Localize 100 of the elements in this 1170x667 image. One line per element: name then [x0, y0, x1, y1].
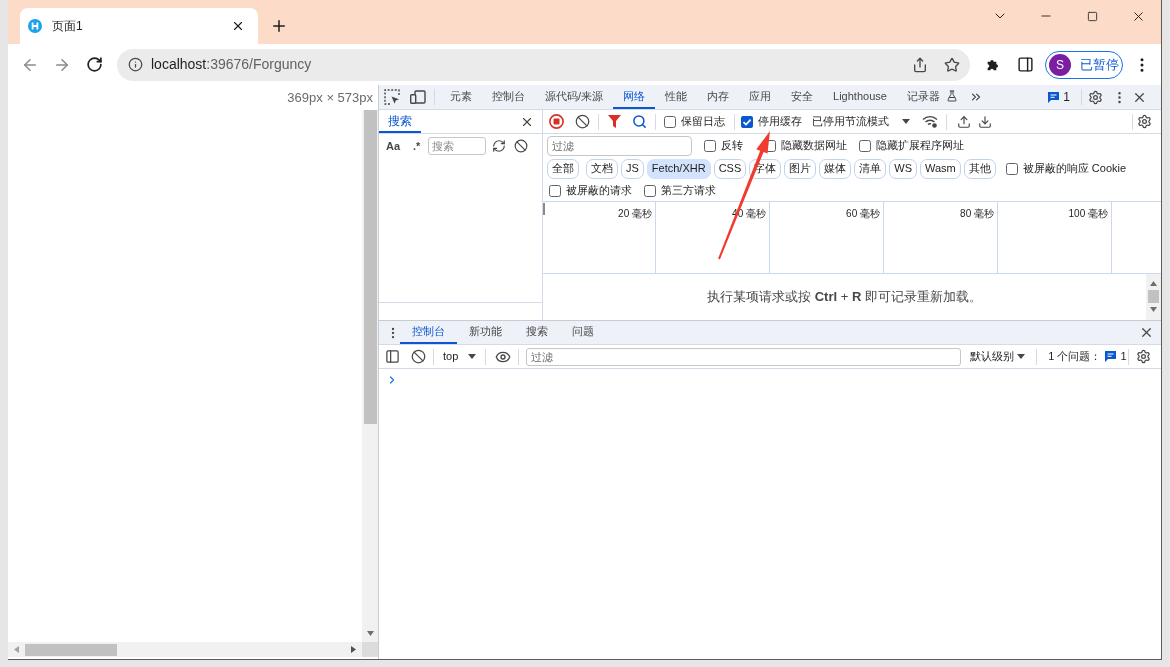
log-level-dropdown[interactable]: 默认级别 [970, 348, 1026, 365]
timeline-tick-label: 60 毫秒 [846, 207, 880, 221]
vertical-scrollbar[interactable] [362, 110, 378, 642]
reload-icon[interactable] [85, 55, 103, 73]
issues-badge[interactable]: 1 [1048, 88, 1070, 106]
vertical-scrollbar[interactable] [1146, 274, 1161, 320]
drawer-tab[interactable]: 搜索 [514, 321, 560, 344]
checkbox-label: 被屏蔽的请求 [566, 183, 632, 199]
console-filter-field[interactable]: 过滤 [526, 347, 962, 366]
drawer-tab[interactable]: 新功能 [457, 321, 514, 344]
empty-state-hint: 执行某项请求或按 Ctrl + R 即可记录重新加载。 [707, 288, 982, 307]
regex-button[interactable]: .* [413, 137, 421, 155]
timeline-handle[interactable] [543, 203, 545, 215]
panel-tab[interactable]: 应用 [739, 85, 782, 109]
scroll-right-icon[interactable] [351, 646, 356, 653]
checkbox[interactable] [664, 115, 676, 128]
star-icon[interactable] [944, 56, 960, 73]
info-icon[interactable] [128, 57, 143, 72]
caret-down-icon[interactable] [468, 354, 477, 359]
timeline-tick-label: 100 毫秒 [1068, 207, 1108, 221]
scrollbar-corner [362, 642, 378, 657]
side-panel-icon[interactable] [1016, 56, 1034, 73]
type-filter-button[interactable]: 文档 [586, 158, 618, 179]
timeline-tick-label: 20 毫秒 [618, 207, 652, 221]
ban-icon[interactable] [514, 139, 529, 153]
type-filter-button[interactable]: 图片 [784, 158, 817, 179]
issues-count-label: 1 个问题： [1048, 349, 1102, 365]
caret-down-icon[interactable] [902, 119, 910, 124]
context-dropdown[interactable]: top [443, 348, 477, 365]
caret-down-icon[interactable] [1017, 354, 1026, 359]
panel-tab[interactable]: 记录器 [896, 85, 968, 109]
cursor-select-icon[interactable] [384, 89, 400, 105]
panel-tab[interactable]: 内存 [697, 85, 740, 109]
message-icon [1105, 351, 1117, 362]
type-filter-button[interactable]: 媒体 [819, 158, 852, 179]
checkbox-label: 保留日志 [681, 114, 725, 130]
throttling-dropdown[interactable]: 已停用节流模式 [812, 113, 910, 130]
match-case-button[interactable]: Aa [386, 137, 401, 155]
panel-tab[interactable]: 网络 [613, 85, 656, 109]
panel-tab[interactable]: 控制台 [482, 85, 535, 109]
plus-icon[interactable] [270, 17, 288, 35]
horizontal-scrollbar[interactable] [8, 642, 362, 657]
type-filter-button[interactable]: CSS [713, 158, 747, 179]
scroll-up-icon[interactable] [1150, 281, 1157, 286]
search-field[interactable]: 搜索 [428, 137, 487, 155]
settings-icon[interactable] [1137, 114, 1152, 129]
profile-button[interactable]: S 已暂停 [1045, 50, 1123, 79]
close-icon[interactable] [231, 19, 245, 33]
settings-icon[interactable] [1136, 349, 1151, 364]
type-filter-button[interactable]: WS [889, 158, 917, 179]
type-filter-button[interactable]: 全部 [547, 158, 579, 179]
side-panel-icon[interactable] [385, 349, 400, 364]
checkbox[interactable] [859, 139, 871, 152]
checkbox[interactable] [1005, 162, 1018, 175]
avatar: S [1049, 53, 1071, 76]
filter-field[interactable]: 过滤 [547, 135, 692, 156]
scroll-down-icon[interactable] [1150, 307, 1157, 312]
type-filter-button[interactable]: 其他 [963, 158, 996, 179]
panel-tab[interactable]: 元素 [440, 85, 482, 109]
drawer-tab[interactable]: 问题 [560, 321, 606, 344]
browser-tab[interactable]: 页面1 [20, 8, 258, 44]
type-filter-button[interactable]: Fetch/XHR [646, 158, 711, 179]
type-filter-button[interactable]: 清单 [854, 158, 887, 179]
flask-icon[interactable] [945, 90, 958, 102]
close-icon[interactable] [1139, 325, 1154, 340]
drawer-tab[interactable]: 控制台 [400, 321, 457, 344]
wifi-icon[interactable] [922, 115, 938, 128]
type-filter-button[interactable]: JS [621, 158, 644, 179]
devices-icon[interactable] [410, 90, 426, 104]
checkbox-label: 隐藏扩展程序网址 [876, 138, 964, 154]
search-icon[interactable] [632, 114, 647, 129]
search-tab[interactable]: 搜索 [379, 110, 421, 133]
share-icon[interactable] [912, 56, 928, 73]
checkbox-label: 被屏蔽的响应 Cookie [1022, 161, 1127, 177]
scroll-down-icon[interactable] [366, 631, 374, 636]
refresh-icon[interactable] [492, 139, 507, 153]
address-bar[interactable]: localhost:39676/Forguncy [117, 48, 970, 81]
checkbox-label: 第三方请求 [661, 183, 716, 199]
issues-button[interactable]: 1 [1105, 348, 1127, 365]
download-icon[interactable] [978, 114, 992, 129]
record-stop-icon[interactable] [549, 114, 564, 129]
maximize-icon[interactable] [1086, 10, 1098, 22]
ban-icon[interactable] [575, 114, 590, 129]
checkbox[interactable] [549, 184, 561, 197]
checkbox-label: 停用缓存 [758, 114, 802, 130]
checkbox[interactable] [644, 184, 656, 197]
funnel-icon[interactable] [608, 115, 621, 128]
type-filter-button[interactable]: Wasm [920, 158, 961, 179]
panel-tab[interactable]: Lighthouse [823, 85, 897, 109]
viewport-size-label: 369px × 573px [287, 88, 373, 107]
logo-icon [28, 19, 42, 33]
upload-icon[interactable] [957, 114, 971, 129]
ban-icon[interactable] [411, 349, 426, 364]
panel-tab[interactable]: 安全 [781, 85, 824, 109]
panel-tab[interactable]: 性能 [655, 85, 698, 109]
panel-tab[interactable]: 源代码/来源 [535, 85, 614, 109]
timeline-tick-label: 80 毫秒 [960, 207, 994, 221]
checkbox[interactable] [741, 115, 753, 128]
checkbox[interactable] [704, 139, 716, 152]
settings-icon[interactable] [1088, 89, 1103, 105]
